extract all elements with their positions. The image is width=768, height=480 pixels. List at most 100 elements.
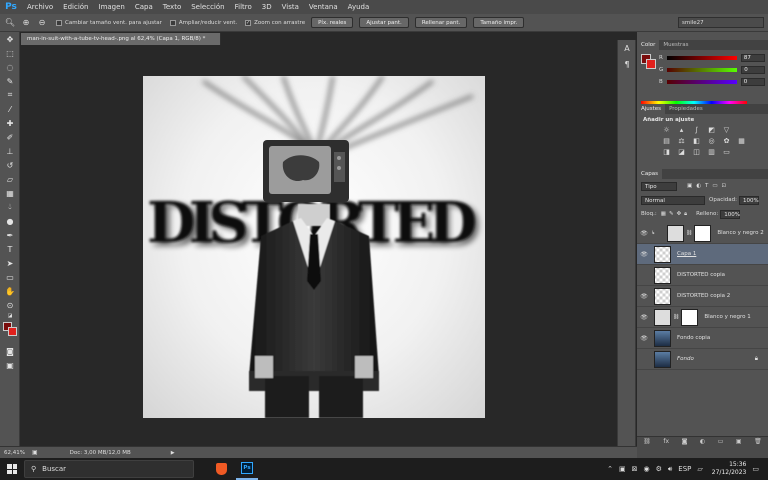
filter-icons[interactable]: ▣◐T▭⊡: [687, 183, 730, 189]
network-icon[interactable]: ▱: [697, 465, 702, 473]
red-value-input[interactable]: 87: [740, 54, 765, 62]
layer-kind-filter[interactable]: Tipo: [641, 181, 677, 191]
resize-windows-checkbox[interactable]: [56, 19, 62, 26]
history-brush-tool-icon[interactable]: ↺: [0, 158, 20, 172]
fit-screen-button[interactable]: Ajustar pant.: [359, 17, 409, 28]
green-value-input[interactable]: 0: [741, 66, 766, 74]
threshold-icon[interactable]: ◫: [691, 148, 702, 157]
character-panel-icon[interactable]: A: [618, 40, 636, 56]
taskbar-photoshop[interactable]: Ps: [236, 458, 258, 480]
menu-vista[interactable]: Vista: [277, 0, 304, 14]
type-tool-icon[interactable]: T: [0, 242, 20, 256]
tray-security-icon[interactable]: ⊠: [632, 465, 638, 473]
menu-ayuda[interactable]: Ayuda: [343, 0, 375, 14]
levels-icon[interactable]: ▴: [676, 126, 687, 135]
zoom-tool-icon[interactable]: ⊙: [0, 298, 20, 312]
background-color-swatch[interactable]: [8, 327, 17, 336]
selective-color-icon[interactable]: ▥: [706, 148, 717, 157]
screen-mode-icon[interactable]: ▣: [0, 358, 20, 372]
crop-tool-icon[interactable]: ⌗: [0, 88, 20, 102]
zoom-all-option[interactable]: Ampliar/reducir vent.: [169, 19, 237, 26]
quick-mask-icon[interactable]: ◙: [0, 344, 20, 358]
healing-brush-tool-icon[interactable]: ✚: [0, 116, 20, 130]
curves-icon[interactable]: ∫: [691, 126, 702, 135]
channel-mixer-icon[interactable]: ✿: [721, 137, 732, 146]
color-swatches[interactable]: [0, 320, 20, 344]
tray-settings-icon[interactable]: ⚙: [656, 465, 662, 473]
path-select-tool-icon[interactable]: ➤: [0, 256, 20, 270]
tray-update-icon[interactable]: ◉: [643, 465, 649, 473]
tray-app-icon[interactable]: ▣: [619, 465, 626, 473]
zoom-in-icon[interactable]: ⊕: [20, 17, 32, 29]
default-colors-icon[interactable]: ◪: [0, 312, 20, 320]
clock[interactable]: 15:36 27/12/2023: [712, 461, 747, 477]
document-tab[interactable]: man-in-suit-with-a-tube-tv-head-.png al …: [21, 33, 221, 45]
invert-icon[interactable]: ◨: [661, 148, 672, 157]
gradient-tool-icon[interactable]: ▦: [0, 186, 20, 200]
zoom-tool-icon[interactable]: 🔍︎: [4, 17, 16, 29]
new-group-icon[interactable]: ▭: [718, 438, 724, 445]
zoom-out-icon[interactable]: ⊖: [36, 17, 48, 29]
menu-3d[interactable]: 3D: [257, 0, 277, 14]
status-export-icon[interactable]: ▣: [32, 449, 38, 456]
chevron-up-icon[interactable]: ⌃: [607, 465, 613, 473]
add-mask-icon[interactable]: ◙: [682, 438, 688, 445]
new-adjustment-icon[interactable]: ◐: [700, 438, 705, 445]
blend-mode-select[interactable]: Normal: [641, 195, 705, 205]
visibility-eye-icon[interactable]: 👁︎: [637, 335, 651, 342]
new-layer-icon[interactable]: ▣: [736, 438, 742, 445]
zoom-all-checkbox[interactable]: [169, 19, 176, 26]
scrubby-zoom-checkbox[interactable]: ✓: [245, 19, 252, 26]
opacity-input[interactable]: 100%: [738, 195, 759, 205]
blue-slider[interactable]: [666, 80, 737, 84]
actual-pixels-button[interactable]: Píx. reales: [311, 17, 354, 28]
layer-row-fondo[interactable]: Fondo 🔒︎: [637, 349, 768, 370]
blue-value-input[interactable]: 0: [740, 78, 765, 86]
gradient-map-icon[interactable]: ▭: [721, 148, 732, 157]
color-lookup-icon[interactable]: ▦: [736, 137, 747, 146]
hue-saturation-icon[interactable]: ▤: [661, 137, 672, 146]
black-white-icon[interactable]: ◧: [691, 137, 702, 146]
link-layers-icon[interactable]: ⛓︎: [643, 438, 651, 445]
vibrance-icon[interactable]: ▽: [721, 126, 732, 135]
fx-icon[interactable]: fx: [663, 438, 669, 445]
color-panel-background-swatch[interactable]: [646, 59, 656, 69]
fill-screen-button[interactable]: Rellenar pant.: [414, 17, 468, 28]
document-canvas[interactable]: DISTORTED DISTORTED: [143, 76, 485, 418]
delete-layer-icon[interactable]: 🗑︎: [754, 438, 762, 445]
visibility-eye-icon[interactable]: 👁︎: [637, 230, 651, 237]
pen-tool-icon[interactable]: ✒: [0, 228, 20, 242]
taskbar-search[interactable]: ⚲ Buscar: [24, 460, 194, 478]
layer-row-capa-1[interactable]: 👁︎ Capa 1: [637, 244, 768, 265]
layer-row-fondo-copia[interactable]: 👁︎ Fondo copia: [637, 328, 768, 349]
blur-tool-icon[interactable]: 💧︎: [0, 200, 20, 214]
menu-texto[interactable]: Texto: [158, 0, 186, 14]
menu-seleccion[interactable]: Selección: [186, 0, 229, 14]
clone-stamp-tool-icon[interactable]: ⊥: [0, 144, 20, 158]
zoom-level[interactable]: 62,41%: [4, 450, 28, 456]
fill-input[interactable]: 100%: [720, 209, 741, 219]
red-slider[interactable]: [666, 56, 737, 60]
tab-properties[interactable]: Propiedades: [665, 104, 707, 114]
notifications-icon[interactable]: ▭: [752, 465, 759, 473]
hand-tool-icon[interactable]: ✋: [0, 284, 20, 298]
workspace-select[interactable]: smile27: [678, 17, 764, 28]
dodge-tool-icon[interactable]: ●: [0, 214, 20, 228]
status-arrow-icon[interactable]: ▶: [171, 450, 175, 456]
tab-adjustments[interactable]: Ajustes: [637, 104, 666, 114]
tab-layers[interactable]: Capas: [637, 169, 662, 179]
green-slider[interactable]: [667, 68, 738, 72]
start-button[interactable]: [0, 458, 24, 480]
language-indicator[interactable]: ESP: [678, 465, 691, 473]
move-tool-icon[interactable]: ✥: [0, 32, 20, 46]
lock-icons[interactable]: ▦✎✥🔒︎: [661, 211, 690, 218]
tab-color[interactable]: Color: [637, 40, 660, 50]
photo-filter-icon[interactable]: ◎: [706, 137, 717, 146]
print-size-button[interactable]: Tamaño impr.: [473, 17, 525, 28]
paragraph-panel-icon[interactable]: ¶: [618, 56, 636, 72]
menu-imagen[interactable]: Imagen: [94, 0, 130, 14]
lasso-tool-icon[interactable]: ◌: [0, 60, 20, 74]
posterize-icon[interactable]: ◪: [676, 148, 687, 157]
tab-swatches[interactable]: Muestras: [659, 40, 692, 50]
scrubby-zoom-option[interactable]: ✓ Zoom con arrastre: [245, 19, 305, 26]
